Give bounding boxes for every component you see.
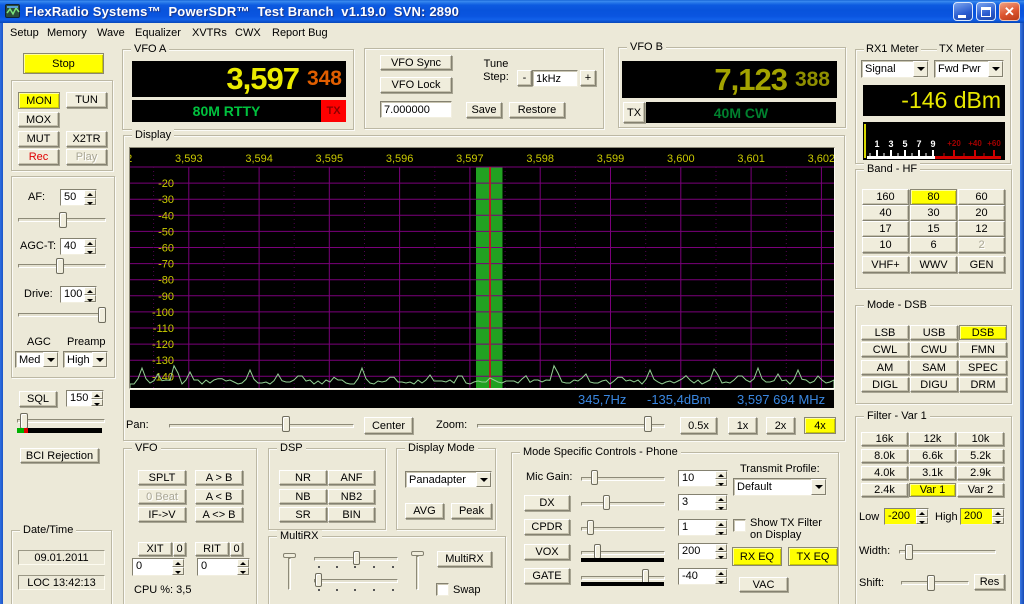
svg-text:3,592: 3,592: [130, 153, 132, 165]
svg-text:-60: -60: [158, 243, 174, 255]
svg-text:+20: +20: [947, 139, 961, 148]
svg-text:+40: +40: [968, 139, 982, 148]
svg-text:-30: -30: [158, 194, 174, 206]
svg-text:3,599: 3,599: [597, 153, 625, 165]
svg-text:3,596: 3,596: [386, 153, 414, 165]
svg-text:-80: -80: [158, 275, 174, 287]
svg-text:1: 1: [874, 139, 879, 149]
svg-text:-40: -40: [158, 210, 174, 222]
svg-text:3,595: 3,595: [316, 153, 344, 165]
svg-text:7: 7: [916, 139, 921, 149]
svg-text:3,602: 3,602: [808, 153, 834, 165]
svg-text:-70: -70: [158, 259, 174, 271]
svg-text:+60: +60: [987, 139, 1001, 148]
svg-text:-120: -120: [152, 339, 174, 351]
svg-text:-50: -50: [158, 226, 174, 238]
svg-text:3: 3: [888, 139, 893, 149]
svg-text:-90: -90: [158, 291, 174, 303]
svg-text:3,600: 3,600: [667, 153, 695, 165]
svg-text:-20: -20: [158, 178, 174, 190]
svg-text:5: 5: [902, 139, 907, 149]
svg-text:3,594: 3,594: [245, 153, 273, 165]
svg-text:-130: -130: [152, 355, 174, 367]
svg-text:3,601: 3,601: [737, 153, 765, 165]
svg-text:9: 9: [930, 139, 935, 149]
svg-text:3,597: 3,597: [456, 153, 484, 165]
svg-text:-100: -100: [152, 307, 174, 319]
svg-text:3,598: 3,598: [526, 153, 554, 165]
svg-text:-110: -110: [153, 323, 174, 335]
svg-text:3,593: 3,593: [175, 153, 203, 165]
